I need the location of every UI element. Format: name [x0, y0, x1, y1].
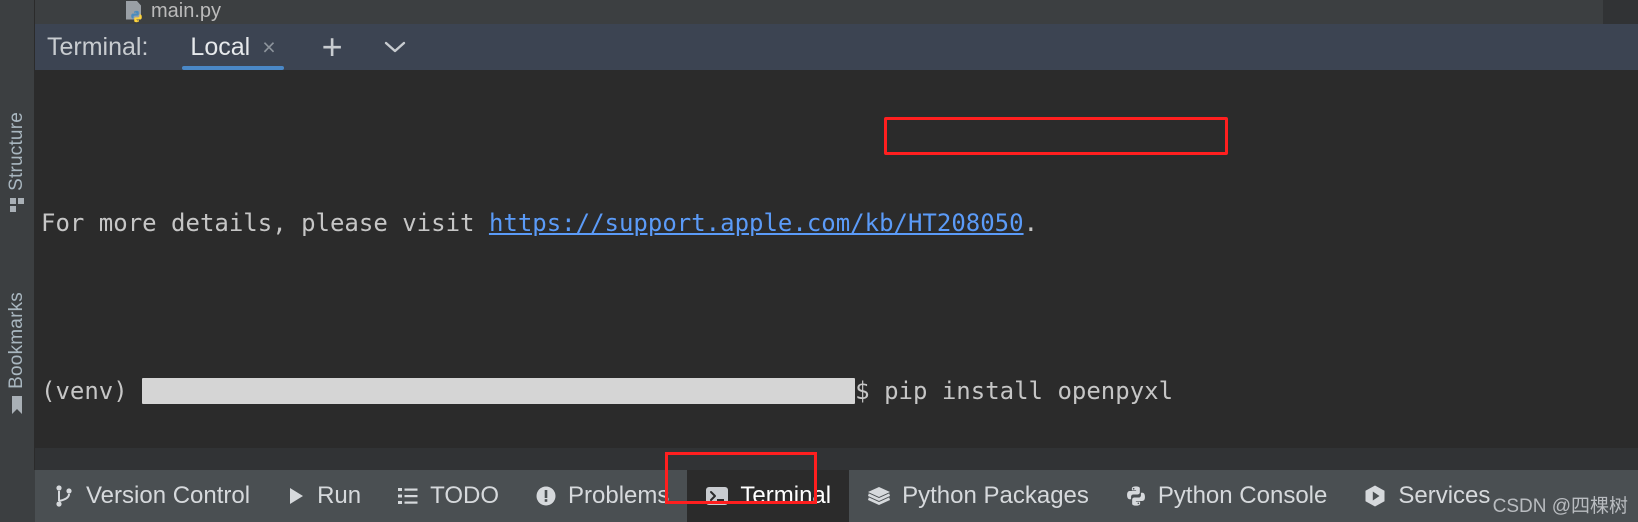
terminal-command: pip install openpyxl [884, 377, 1174, 405]
left-tool-rail-strip: Structure Bookmarks [0, 24, 34, 448]
terminal-panel-header: Terminal: Local × + [35, 24, 1638, 70]
venv-indicator: (venv) [41, 377, 128, 405]
tool-tab-label: TODO [430, 482, 500, 509]
sidebar-item-structure[interactable]: Structure [0, 112, 34, 218]
tool-tab-terminal[interactable]: Terminal [687, 470, 850, 522]
terminal-tab-local[interactable]: Local × [176, 24, 289, 70]
terminal-text: . [1023, 209, 1039, 237]
chevron-down-icon[interactable] [375, 38, 415, 56]
hexagon-play-icon [1363, 484, 1387, 508]
python-file-icon [125, 0, 145, 23]
layers-icon [867, 485, 891, 507]
left-tool-rail: Structure Bookmarks [0, 0, 35, 522]
tool-tab-python-packages[interactable]: Python Packages [849, 470, 1107, 522]
git-branch-icon [53, 484, 75, 508]
terminal-output[interactable]: For more details, please visit https://s… [35, 70, 1638, 448]
close-icon[interactable]: × [262, 35, 275, 59]
tool-bar-left-spacer [0, 470, 35, 522]
new-terminal-button[interactable]: + [316, 28, 349, 64]
tool-tab-label: Python Console [1157, 482, 1328, 509]
tool-tab-label: Version Control [86, 482, 251, 509]
sidebar-item-label: Bookmarks [6, 292, 27, 389]
sidebar-item-bookmarks[interactable]: Bookmarks [0, 292, 34, 420]
redacted-path-block [142, 378, 856, 404]
python-icon [1125, 485, 1147, 507]
tool-tab-label: Services [1398, 482, 1491, 509]
tool-tab-todo[interactable]: TODO [379, 470, 517, 522]
bookmark-icon [9, 395, 25, 420]
tool-tab-label: Run [317, 482, 362, 509]
tool-tab-problems[interactable]: Problems [517, 470, 687, 522]
terminal-prompt-line: (venv) $ pip install openpyxl [41, 370, 1638, 412]
tool-tab-services[interactable]: Services [1345, 470, 1508, 522]
tool-tab-label: Problems [568, 482, 670, 509]
tool-tab-label: Terminal [740, 482, 832, 509]
tool-window-bar: Version Control Run TODO Problems Termin… [0, 470, 1638, 522]
play-icon [286, 485, 306, 507]
editor-tab-strip: main.py [35, 0, 1603, 24]
ide-window: Structure Bookmarks main.py Terminal: Lo… [0, 0, 1638, 522]
tool-tab-version-control[interactable]: Version Control [35, 470, 268, 522]
warning-circle-icon [535, 485, 557, 507]
terminal-tab-label: Local [190, 32, 251, 61]
tool-tab-run[interactable]: Run [268, 470, 379, 522]
tool-tab-label: Python Packages [902, 482, 1089, 509]
terminal-text: For more details, please visit [41, 209, 489, 237]
support-url-link[interactable]: https://support.apple.com/kb/HT208050 [489, 209, 1024, 237]
prompt-symbol: $ [855, 377, 870, 405]
terminal-icon [705, 485, 729, 507]
watermark: CSDN @四棵树 [1492, 496, 1628, 517]
editor-tab-label: main.py [151, 0, 222, 22]
terminal-line: For more details, please visit https://s… [41, 202, 1638, 244]
tool-tab-python-console[interactable]: Python Console [1107, 470, 1345, 522]
list-icon [397, 486, 419, 506]
terminal-panel-title: Terminal: [47, 32, 149, 61]
structure-grid-icon [9, 197, 25, 218]
editor-tab-main-py[interactable]: main.py [115, 0, 231, 24]
sidebar-item-label: Structure [6, 112, 27, 191]
